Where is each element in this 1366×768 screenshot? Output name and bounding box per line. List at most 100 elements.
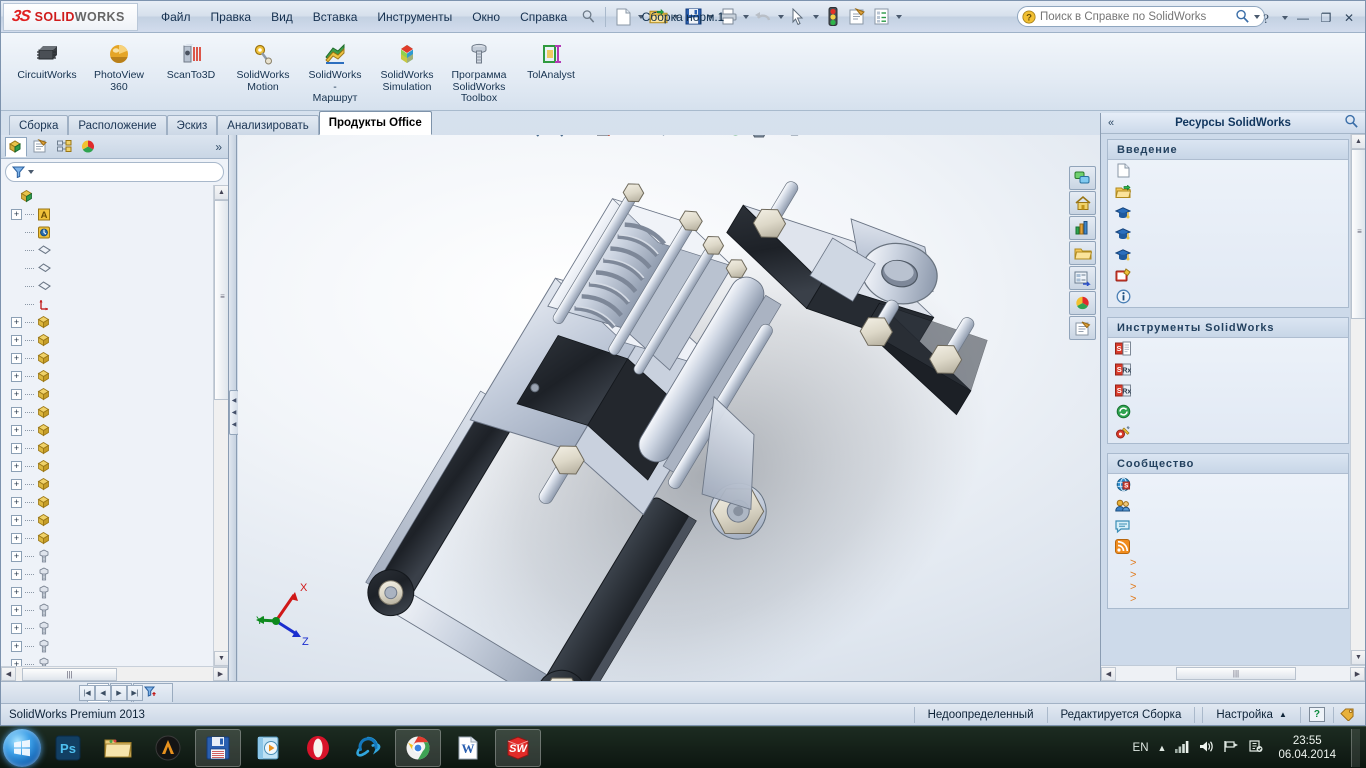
command-tab-3[interactable]: Анализировать [217,115,319,135]
previous-tab-button[interactable]: ◀ [95,684,111,701]
show-hidden-icon[interactable]: ▲ [1158,743,1167,753]
sw-resources-icon[interactable] [1069,216,1096,240]
tree-node[interactable]: + [1,385,212,403]
task-pane-link-property-tab-builder[interactable]: S [1108,338,1348,359]
tree-node[interactable]: + [1,493,212,511]
tree-node[interactable]: + [1,367,212,385]
section-view-icon[interactable] [592,135,615,140]
taskbar-chrome-icon[interactable] [395,728,441,767]
action-center-icon[interactable] [1248,739,1263,756]
tree-node[interactable] [1,187,212,205]
hscroll-thumb[interactable]: ||| [22,667,117,681]
new-document-icon[interactable] [611,5,635,29]
task-pane-link-tutorial[interactable] [1108,244,1348,265]
zoom-to-area-icon[interactable] [544,135,567,140]
tree-node[interactable]: + [1,529,212,547]
language-indicator[interactable]: EN [1133,742,1149,754]
appearances-scenes-icon[interactable] [1069,291,1096,315]
tp-hscroll-left[interactable]: ◀ [1101,666,1116,681]
tp-scroll-down[interactable]: ▼ [1351,650,1365,665]
menu-item-3[interactable]: Вставка [304,6,367,28]
taskbar-media-player-icon[interactable] [245,729,291,767]
feature-tree-hscrollbar[interactable]: ◀ ||| ▶ [1,666,228,681]
taskbar-solidworks-icon[interactable]: SW [495,728,541,767]
tree-expander[interactable]: + [11,604,22,616]
tree-expander[interactable]: + [11,658,22,666]
task-pane-link-user-groups[interactable] [1108,495,1348,516]
tree-node[interactable]: + [1,403,212,421]
tree-expander[interactable]: + [11,550,22,562]
task-pane-link-tutorial[interactable] [1108,202,1348,223]
panel-splitter[interactable]: ◀ ◀ ◀ [229,135,239,681]
view-settings-dropdown[interactable] [808,135,819,140]
menu-item-1[interactable]: Правка [202,6,261,28]
search-menu-icon[interactable] [576,5,600,29]
tree-node[interactable]: + [1,655,212,666]
hscroll-left-button[interactable]: ◀ [1,667,16,681]
file-properties-icon[interactable] [845,5,869,29]
minimize-button[interactable]: — [1293,9,1313,27]
command-tab-4[interactable]: Продукты Office [318,111,432,135]
sw-resources-icon[interactable] [1344,114,1359,132]
last-tab-button[interactable]: ▶| [127,684,143,701]
rss-feed-header[interactable] [1108,537,1348,556]
taskbar-floppy-save-icon[interactable] [195,728,241,767]
tree-node[interactable] [1,277,212,295]
feature-tree-filter[interactable] [5,162,224,182]
task-pane-link-discussion-forum[interactable] [1108,516,1348,537]
tree-node[interactable]: + [1,331,212,349]
rss-news-item[interactable]: > [1130,557,1341,569]
tree-node[interactable]: + [1,349,212,367]
tree-expander[interactable]: + [11,208,22,220]
rss-news-item[interactable]: > [1130,569,1341,581]
tree-expander[interactable]: + [11,640,22,652]
taskbar-photoshop-icon[interactable]: Ps [45,729,91,767]
tp-hscroll-thumb[interactable]: ||| [1176,667,1296,680]
taskbar-autodesk-icon[interactable] [145,729,191,767]
feature-tree-scrollbar[interactable]: ▲ ≡ ▼ [213,185,228,666]
ribbon-item-solidworks-simulation[interactable]: SolidWorks Simulation [371,37,443,93]
rss-news-item[interactable]: > [1130,593,1341,605]
view-settings-icon[interactable] [784,135,807,140]
hide-show-dropdown[interactable] [712,135,723,140]
task-pane-link-compare-results[interactable] [1108,401,1348,422]
scroll-down-button[interactable]: ▼ [214,651,228,666]
search-input[interactable] [1040,10,1235,23]
tree-node[interactable]: + [1,601,212,619]
task-pane-link-tutorial[interactable] [1108,223,1348,244]
zoom-to-fit-icon[interactable] [520,135,543,140]
solidworks-logo[interactable]: 3S SOLIDWORKS [3,3,138,31]
first-tab-button[interactable]: |◀ [79,684,95,701]
hide-show-items-icon[interactable] [688,135,711,140]
tree-node[interactable]: + [1,565,212,583]
tree-expander[interactable]: + [11,532,22,544]
undo-icon[interactable] [751,5,775,29]
command-tab-0[interactable]: Сборка [9,115,69,135]
tp-scroll-up[interactable]: ▲ [1351,134,1365,149]
tree-expander[interactable]: + [11,568,22,580]
taskbar-clock[interactable]: 23:55 06.04.2014 [1272,734,1342,762]
tag-icon[interactable] [1333,706,1365,723]
apply-scene-icon[interactable] [748,135,771,140]
tree-expander[interactable]: + [11,316,22,328]
status-help-badge[interactable]: ? [1299,706,1333,723]
scroll-thumb[interactable]: ≡ [214,200,228,400]
command-tab-2[interactable]: Эскиз [166,115,218,135]
ribbon-item-scanto3d[interactable]: ScanTo3D [155,37,227,82]
edit-appearance-icon[interactable] [724,135,747,140]
tree-node[interactable]: + [1,637,212,655]
tree-node[interactable]: + [1,313,212,331]
menu-item-0[interactable]: Файл [152,6,200,28]
task-pane-scrollbar[interactable]: ▲ ≡ ▼ [1350,134,1365,665]
tp-hscroll-right[interactable]: ▶ [1350,666,1365,681]
taskbar-internet-explorer-icon[interactable] [345,729,391,767]
graphics-viewport[interactable]: X Y Z [238,135,1100,681]
rebuild-icon[interactable] [821,5,845,29]
design-library-icon[interactable] [1069,241,1096,265]
tree-node[interactable]: + [1,475,212,493]
tree-node[interactable]: + [1,421,212,439]
tree-node[interactable] [1,295,212,313]
property-manager-tab[interactable] [29,137,51,157]
task-pane-link-open-document[interactable] [1108,181,1348,202]
ribbon-item-photoview360[interactable]: PhotoView 360 [83,37,155,93]
